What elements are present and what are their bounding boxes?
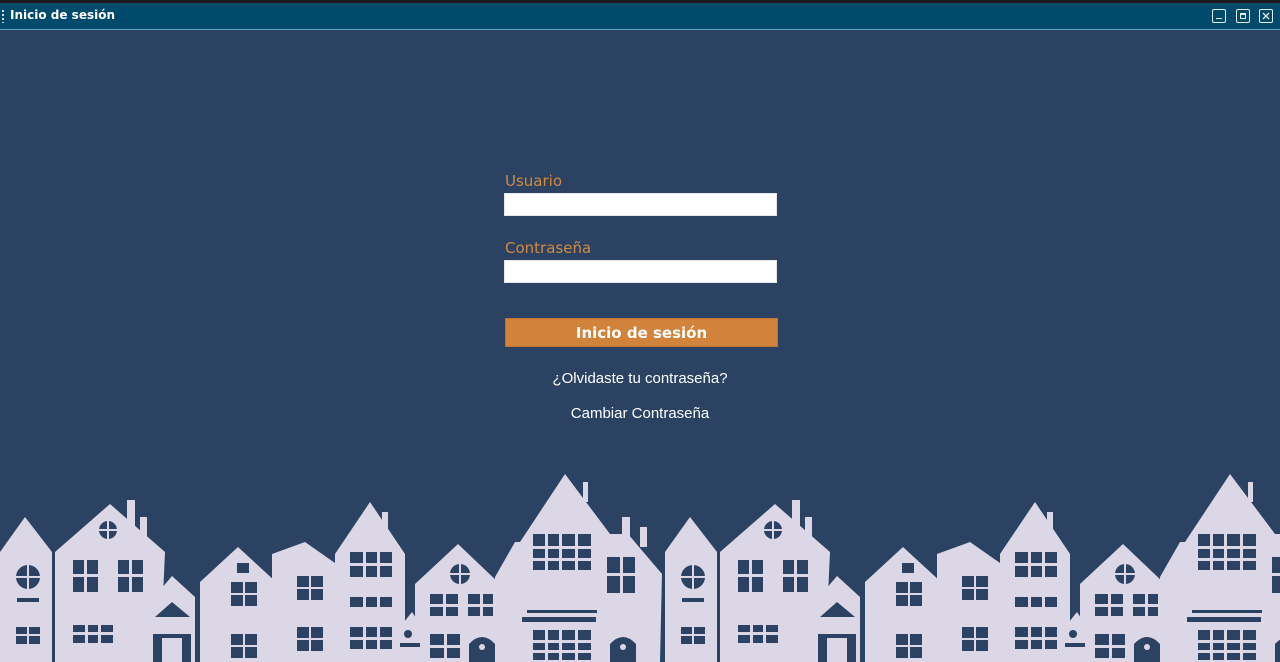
maximize-button[interactable] — [1236, 9, 1250, 23]
houses-skyline-illustration — [0, 474, 1280, 662]
window-title: Inicio de sesión — [10, 8, 115, 22]
change-password-link[interactable]: Cambiar Contraseña — [440, 405, 840, 422]
login-button[interactable]: Inicio de sesión — [505, 318, 778, 347]
window-titlebar: Inicio de sesión — [0, 0, 1280, 30]
password-label: Contraseña — [505, 239, 592, 257]
forgot-password-link[interactable]: ¿Olvidaste tu contraseña? — [440, 370, 840, 387]
username-field[interactable] — [504, 193, 777, 216]
username-label: Usuario — [505, 172, 563, 190]
drag-grip-icon[interactable] — [1, 9, 5, 23]
close-button[interactable] — [1259, 9, 1273, 23]
password-field[interactable] — [504, 260, 777, 283]
minimize-button[interactable] — [1212, 9, 1226, 23]
close-icon — [1262, 12, 1270, 20]
